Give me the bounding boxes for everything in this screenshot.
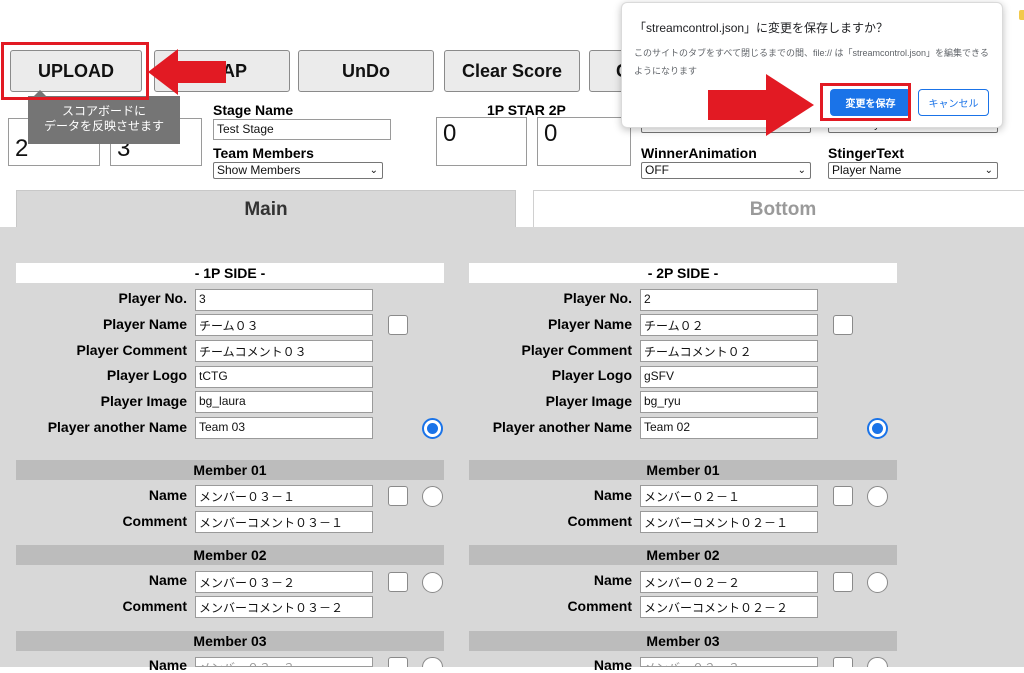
tab-bottom[interactable]: Bottom [533, 190, 1024, 228]
p1-player-logo-label: Player Logo [106, 367, 187, 383]
stage-name-label: Stage Name [213, 102, 294, 118]
arrow-right-icon [708, 74, 814, 136]
p2-member-03-header: Member 03 [469, 631, 897, 651]
p1-player-comment-label: Player Comment [76, 342, 187, 358]
upload-tooltip-line1: スコアボードに [61, 104, 146, 118]
p1-player-no-label: Player No. [118, 290, 187, 306]
p2-player-no-input[interactable]: 2 [640, 289, 818, 311]
winner-animation-selected: OFF [645, 163, 669, 177]
p1-member-02-name-input[interactable]: メンバー０３－２ [195, 571, 373, 593]
p2-player-name-checkbox[interactable] [833, 315, 853, 335]
dialog-body-line1: このサイトのタブをすべて閉じるまでの間、file:// は「streamcont… [634, 48, 989, 58]
p2-player-comment-label: Player Comment [521, 342, 632, 358]
p1-player-image-label: Player Image [100, 393, 187, 409]
p1-player-name-checkbox[interactable] [388, 315, 408, 335]
p1-member-01-checkbox[interactable] [388, 486, 408, 506]
stage-name-input[interactable]: Test Stage [213, 119, 391, 140]
p2-member-02-comment-input[interactable]: メンバーコメント０２－２ [640, 596, 818, 618]
p1-side-header: - 1P SIDE - [16, 263, 444, 283]
p2-player-image-label: Player Image [545, 393, 632, 409]
p2-player-image-input[interactable]: bg_ryu [640, 391, 818, 413]
p1-member-02-comment-label: Comment [122, 598, 187, 614]
p2-player-another-name-input[interactable]: Team 02 [640, 417, 818, 439]
team-members-select[interactable]: Show Members ⌄ [213, 162, 383, 179]
p2-member-01-name-label: Name [593, 487, 632, 503]
p2-side-header: - 2P SIDE - [469, 263, 897, 283]
arrow-left-icon [148, 49, 226, 95]
save-highlight-box [820, 83, 911, 121]
p2-member-01-checkbox[interactable] [833, 486, 853, 506]
p1-player-another-name-label: Player another Name [47, 419, 187, 435]
p1-star-input[interactable]: 0 [436, 117, 527, 166]
browser-extension-icon [1019, 10, 1024, 20]
p2-member-01-header: Member 01 [469, 460, 897, 480]
p1-player-no-input[interactable]: 3 [195, 289, 373, 311]
winner-animation-label: WinnerAnimation [641, 145, 757, 161]
p2-member-02-header: Member 02 [469, 545, 897, 565]
chevron-down-icon: ⌄ [984, 165, 993, 176]
team-members-label: Team Members [213, 145, 314, 161]
p2-member-02-name-label: Name [593, 572, 632, 588]
star-label: 1P STAR 2P [487, 102, 566, 118]
p1-member-03-header: Member 03 [16, 631, 444, 651]
p1-member-03-checkbox[interactable] [388, 657, 408, 667]
stinger-text-select[interactable]: Player Name ⌄ [828, 162, 998, 179]
p2-player-another-name-label: Player another Name [492, 419, 632, 435]
p1-player-comment-input[interactable]: チームコメント０３ [195, 340, 373, 362]
dialog-body-line2: ようになります [634, 66, 698, 76]
p1-member-03-name-label: Name [148, 657, 187, 673]
p2-member-03-name-input[interactable]: メンバー０２－３ [640, 657, 818, 667]
cancel-button[interactable]: キャンセル [918, 89, 989, 116]
p1-member-02-header: Member 02 [16, 545, 444, 565]
winner-animation-select[interactable]: OFF ⌄ [641, 162, 811, 179]
upload-tooltip: スコアボードに データを反映させます [28, 96, 180, 144]
clear-score-button[interactable]: Clear Score [444, 50, 580, 92]
p2-member-02-comment-label: Comment [567, 598, 632, 614]
p1-player-name-input[interactable]: チーム０３ [195, 314, 373, 336]
p1-member-01-name-label: Name [148, 487, 187, 503]
p1-member-01-comment-label: Comment [122, 513, 187, 529]
p2-player-name-input[interactable]: チーム０２ [640, 314, 818, 336]
p2-member-01-radio[interactable] [867, 486, 888, 507]
upload-highlight-box [1, 42, 149, 100]
p1-member-03-name-input[interactable]: メンバー０３－３ [195, 657, 373, 667]
chevron-down-icon: ⌄ [797, 165, 806, 176]
undo-button[interactable]: UnDo [298, 50, 434, 92]
p2-player-comment-input[interactable]: チームコメント０２ [640, 340, 818, 362]
p2-member-02-radio[interactable] [867, 572, 888, 593]
p1-player-name-label: Player Name [102, 316, 187, 332]
chevron-down-icon: ⌄ [369, 165, 378, 176]
stinger-text-label: StingerText [828, 145, 904, 161]
p2-another-name-radio[interactable] [867, 418, 888, 439]
p2-member-01-name-input[interactable]: メンバー０２－１ [640, 485, 818, 507]
p1-member-02-comment-input[interactable]: メンバーコメント０３－２ [195, 596, 373, 618]
upload-tooltip-line2: データを反映させます [43, 119, 164, 133]
p2-member-03-checkbox[interactable] [833, 657, 853, 667]
p2-member-02-checkbox[interactable] [833, 572, 853, 592]
p2-member-02-name-input[interactable]: メンバー０２－２ [640, 571, 818, 593]
p2-member-03-name-label: Name [593, 657, 632, 673]
p1-member-01-comment-input[interactable]: メンバーコメント０３－１ [195, 511, 373, 533]
p1-player-logo-input[interactable]: tCTG [195, 366, 373, 388]
p2-player-logo-input[interactable]: gSFV [640, 366, 818, 388]
stinger-text-selected: Player Name [832, 163, 902, 177]
p1-member-02-name-label: Name [148, 572, 187, 588]
dialog-title: 「streamcontrol.json」に変更を保存しますか？ [634, 21, 889, 35]
p2-star-input[interactable]: 0 [537, 117, 631, 166]
p1-member-02-checkbox[interactable] [388, 572, 408, 592]
tab-main[interactable]: Main [16, 190, 516, 228]
team-members-selected: Show Members [217, 163, 301, 177]
p2-player-no-label: Player No. [563, 290, 632, 306]
p1-member-01-header: Member 01 [16, 460, 444, 480]
p2-player-logo-label: Player Logo [551, 367, 632, 383]
p1-player-image-input[interactable]: bg_laura [195, 391, 373, 413]
p2-member-01-comment-label: Comment [567, 513, 632, 529]
p2-player-name-label: Player Name [547, 316, 632, 332]
p1-member-01-name-input[interactable]: メンバー０３－１ [195, 485, 373, 507]
p2-member-01-comment-input[interactable]: メンバーコメント０２－１ [640, 511, 818, 533]
p1-player-another-name-input[interactable]: Team 03 [195, 417, 373, 439]
